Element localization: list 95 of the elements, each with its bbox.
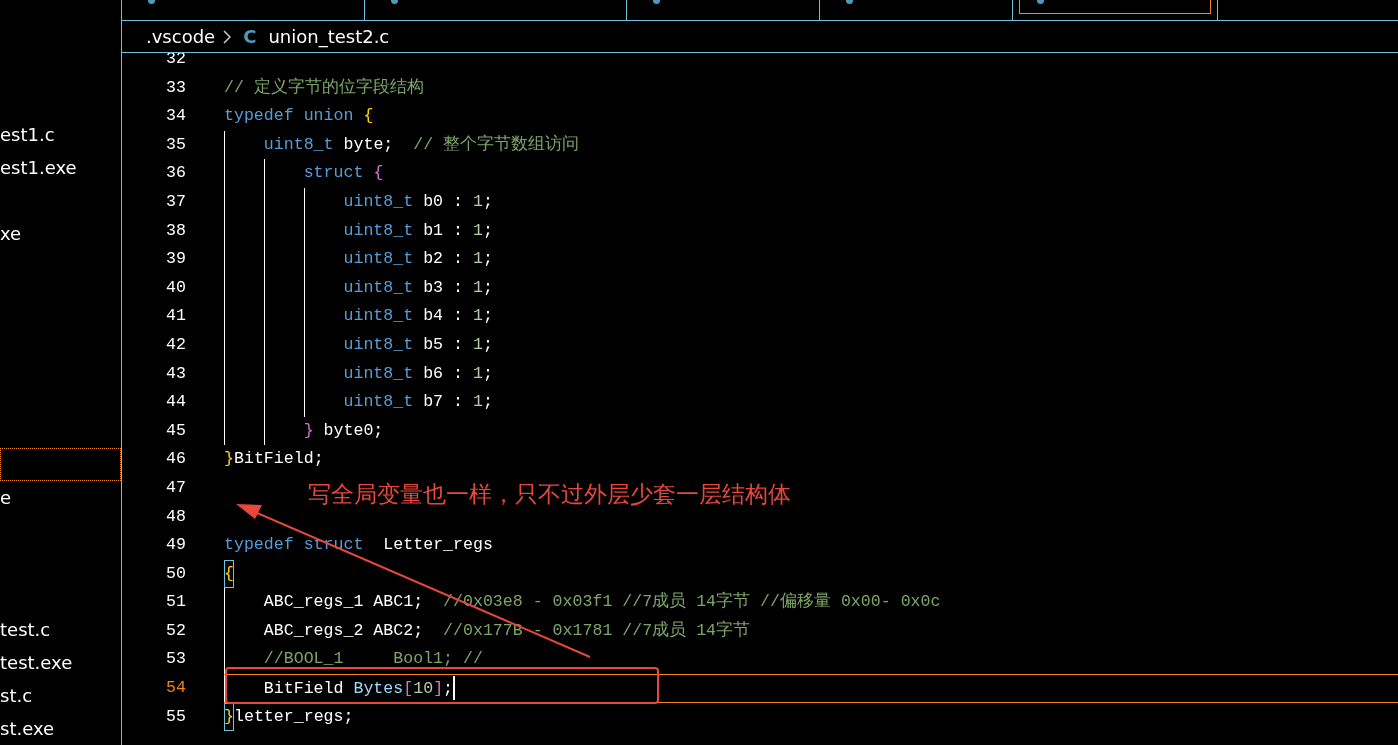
breadcrumb-file[interactable]: union_test2.c: [268, 23, 390, 50]
code-token: letter_regs;: [233, 705, 354, 728]
line-number: 52: [165, 619, 187, 642]
line-number: 44: [165, 391, 187, 414]
code-token: Letter_regs: [382, 534, 493, 557]
file-item[interactable]: st.c: [0, 679, 121, 712]
code-token: ;: [482, 248, 493, 271]
code-token: 1: [472, 333, 483, 356]
line-number: 51: [165, 591, 187, 614]
line-number: 54: [165, 677, 187, 700]
code-token: 1: [472, 276, 483, 299]
code-token: uint8_t: [342, 333, 414, 356]
code-token: ;: [482, 276, 493, 299]
code-token: 1: [472, 305, 483, 328]
line-number: 41: [165, 305, 187, 328]
file-item[interactable]: test.c: [0, 613, 121, 646]
file-item[interactable]: est1.exe: [0, 151, 121, 184]
code-token: struct: [302, 162, 365, 185]
code-token: }: [224, 702, 234, 732]
code-comment: // 定义字节的位字段结构: [224, 76, 424, 99]
code-token: ABC_regs_1 ABC1;: [262, 591, 425, 614]
file-item[interactable]: st.exe: [0, 712, 121, 745]
code-token: b4 :: [422, 305, 464, 328]
line-number: 49: [165, 534, 187, 557]
code-token: ;: [482, 190, 493, 213]
code-token: uint8_t: [342, 305, 414, 328]
code-token: byte;: [342, 133, 395, 156]
code-token: ;: [482, 362, 493, 385]
line-number: 48: [165, 505, 187, 528]
line-number: 47: [165, 476, 187, 499]
code-token: typedef union: [224, 105, 355, 128]
file-item[interactable]: est1.c: [0, 118, 121, 151]
code-token: ]: [433, 678, 444, 701]
code-token: 10: [413, 678, 434, 701]
code-token: {: [363, 105, 374, 128]
line-number: 45: [165, 419, 187, 442]
code-token: ;: [443, 678, 454, 701]
code-token: }: [302, 419, 314, 442]
code-token: b2 :: [422, 248, 464, 271]
line-number: 42: [165, 333, 187, 356]
code-token: 1: [472, 190, 483, 213]
code-token: uint8_t: [262, 133, 334, 156]
chevron-icon: [223, 29, 232, 44]
code-token: uint8_t: [342, 391, 414, 414]
code-token: ABC_regs_2 ABC2;: [262, 619, 425, 642]
code-token: ;: [482, 391, 493, 414]
code-token: ;: [482, 219, 493, 242]
line-number: 38: [165, 219, 187, 242]
code-token: BitField;: [233, 448, 324, 471]
line-number: 43: [165, 362, 187, 385]
file-item[interactable]: test.exe: [0, 646, 121, 679]
line-number: 34: [165, 105, 187, 128]
line-number: 55: [165, 705, 187, 728]
code-comment: //BOOL_1 Bool1; //: [262, 648, 483, 671]
annotation-text: 写全局变量也一样，只不过外层少套一层结构体: [308, 480, 791, 509]
code-token: b1 :: [422, 219, 464, 242]
code-token: {: [373, 162, 384, 185]
code-token: b0 :: [422, 190, 464, 213]
line-number: 53: [165, 648, 187, 671]
code-token: 1: [472, 391, 483, 414]
code-token: 1: [472, 219, 483, 242]
code-token: b5 :: [422, 333, 464, 356]
code-token: b7 :: [422, 391, 464, 414]
breadcrumb-folder[interactable]: .vscode: [146, 23, 216, 50]
code-comment: // 整个字节数组访问: [413, 133, 580, 156]
code-token: uint8_t: [342, 248, 414, 271]
code-token: ;: [482, 333, 493, 356]
line-number: 35: [165, 133, 187, 156]
code-token: {: [224, 559, 234, 589]
code-token: [: [403, 678, 414, 701]
code-token: Bytes: [353, 678, 404, 701]
code-token: b3 :: [422, 276, 464, 299]
line-number: 39: [165, 248, 187, 271]
line-number: 33: [165, 76, 187, 99]
file-item[interactable]: e: [0, 481, 121, 514]
code-token: ;: [482, 305, 493, 328]
code-token: 1: [472, 362, 483, 385]
line-number: 50: [165, 562, 187, 585]
code-token: }: [224, 448, 234, 471]
code-token: uint8_t: [342, 190, 414, 213]
file-item[interactable]: xe: [0, 217, 121, 250]
line-number: 37: [165, 190, 187, 213]
code-token: 1: [472, 248, 483, 271]
code-token: uint8_t: [342, 276, 414, 299]
line-number: 40: [165, 276, 187, 299]
code-token: uint8_t: [342, 362, 414, 385]
code-token: uint8_t: [342, 219, 414, 242]
code-token: byte0;: [322, 419, 384, 442]
code-comment: //0x177B - 0x1781 //7成员 14字节: [443, 619, 751, 642]
line-number: 36: [165, 162, 187, 185]
line-number: 46: [165, 448, 187, 471]
selected-row[interactable]: [0, 448, 121, 481]
code-token: BitField: [262, 678, 345, 701]
code-token: b6 :: [422, 362, 464, 385]
c-file-icon: C: [243, 23, 257, 50]
